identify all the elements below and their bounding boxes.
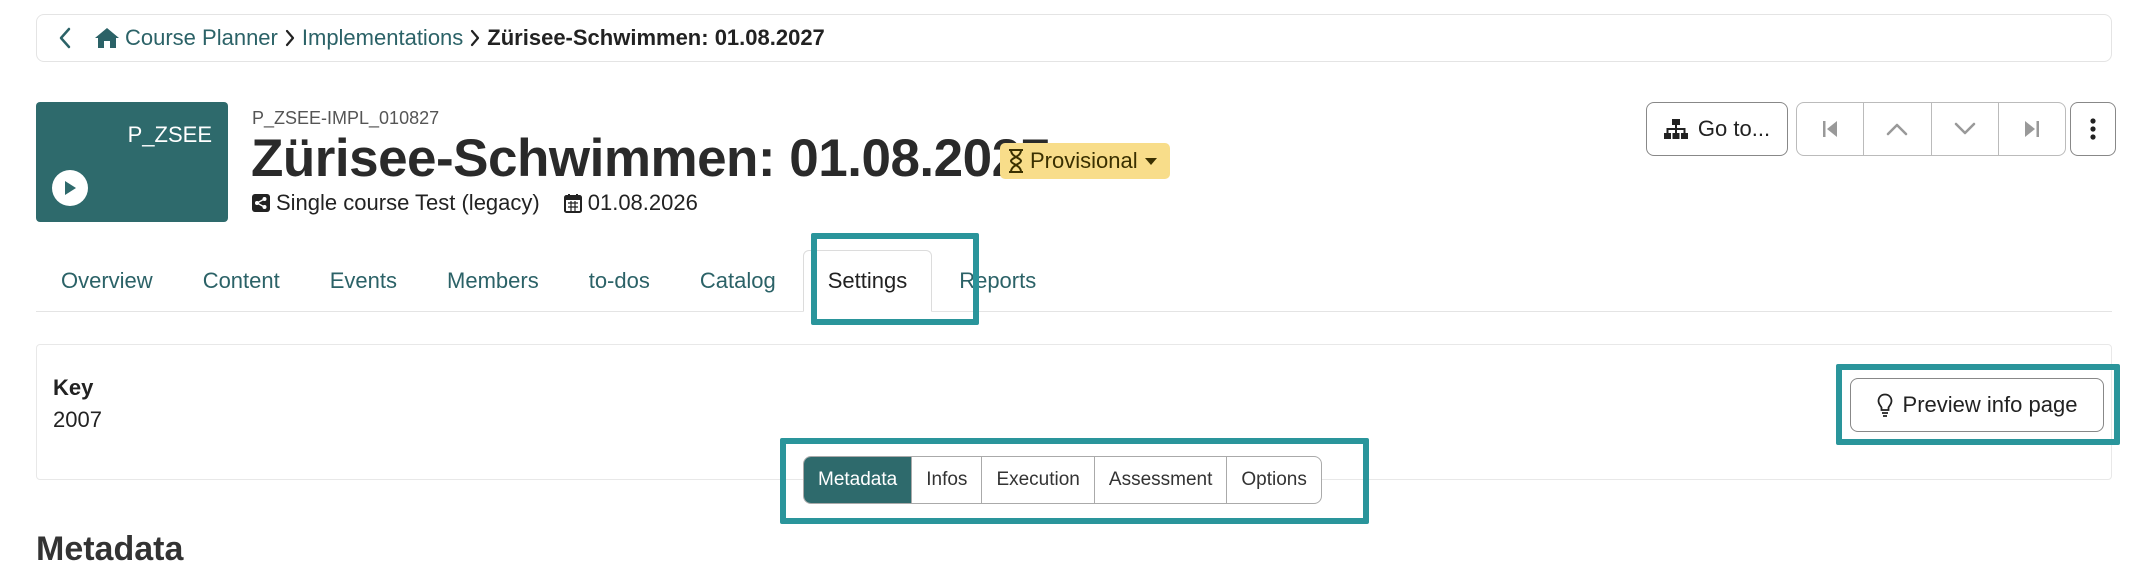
breadcrumb-current: Zürisee-Schwimmen: 01.08.2027 [487,25,825,50]
chevron-up-icon [1886,122,1908,136]
more-vertical-icon [2090,118,2096,140]
next-button[interactable] [1932,103,1999,155]
share-icon [252,194,270,212]
tab-content[interactable]: Content [178,250,305,312]
tab-reports[interactable]: Reports [934,250,1061,312]
key-label: Key [53,375,94,400]
key-value: 2007 [53,407,102,432]
external-reference: P_ZSEE-IMPL_010827 [252,108,440,128]
preview-info-page-button[interactable]: Preview info page [1850,378,2104,432]
course-thumbnail[interactable]: P_ZSEE [36,102,228,222]
lightbulb-icon [1877,393,1893,417]
settings-tab-metadata[interactable]: Metadata [804,457,913,503]
first-button[interactable] [1797,103,1865,155]
status-label: Provisional [1030,148,1138,173]
page-title: Zürisee-Schwimmen: 01.08.2027 [251,129,1050,188]
status-badge[interactable]: Provisional [1000,143,1170,179]
settings-tab-options[interactable]: Options [1227,457,1320,503]
last-icon [2024,120,2040,138]
tab-members[interactable]: Members [422,250,564,312]
previous-button[interactable] [1864,103,1932,155]
main-tabs: Overview Content Events Members to-dos C… [36,250,1061,312]
back-chevron-icon[interactable] [45,18,85,58]
chevron-right-icon [278,18,302,58]
chevron-right-icon [463,18,487,58]
go-to-label: Go to... [1697,116,1771,141]
tab-to-dos[interactable]: to-dos [564,250,675,312]
course-navigation [1796,102,2066,156]
caret-down-icon [1144,156,1158,166]
hourglass-icon [1008,149,1024,173]
tab-overview[interactable]: Overview [36,250,178,312]
course-type: Single course Test (legacy) [276,190,540,215]
settings-tab-execution[interactable]: Execution [982,457,1095,503]
breadcrumb: Course Planner Implementations Zürisee-S… [36,14,2112,62]
settings-tab-infos[interactable]: Infos [912,457,983,503]
play-icon[interactable] [52,170,88,206]
breadcrumb-implementations[interactable]: Implementations [302,25,463,51]
breadcrumb-course-planner[interactable]: Course Planner [125,25,278,51]
go-to-button[interactable]: Go to... [1646,102,1788,156]
sitemap-icon [1663,119,1688,139]
first-icon [1822,120,1838,138]
calendar-icon [563,193,582,213]
settings-tab-assessment[interactable]: Assessment [1095,457,1228,503]
home-icon[interactable] [89,18,125,58]
thumbnail-label: P_ZSEE [127,122,212,147]
course-date: 01.08.2026 [587,190,698,215]
preview-info-page-label: Preview info page [1902,392,2078,417]
tab-events[interactable]: Events [305,250,422,312]
chevron-down-icon [1954,122,1976,136]
tab-catalog[interactable]: Catalog [675,250,801,312]
tab-settings[interactable]: Settings [802,250,933,312]
settings-tabs: Metadata Infos Execution Assessment Opti… [803,456,1322,504]
last-button[interactable] [1999,103,2065,155]
more-button[interactable] [2070,102,2116,156]
course-meta: Single course Test (legacy) 01.08.2026 [252,190,722,216]
section-title: Metadata [36,530,184,568]
